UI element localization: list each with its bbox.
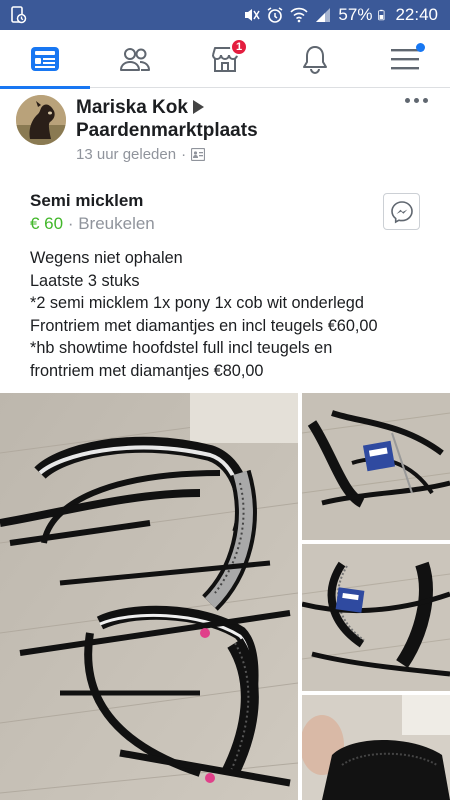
- meta-separator: ·: [181, 146, 187, 163]
- listing-location: Breukelen: [78, 214, 155, 233]
- menu-notification-dot: [416, 43, 425, 52]
- listing-photo-2[interactable]: [302, 393, 450, 540]
- author-name[interactable]: Mariska Kok: [76, 97, 188, 118]
- post-options-button[interactable]: [405, 98, 428, 103]
- news-feed-icon: [31, 47, 59, 71]
- messenger-icon: [390, 200, 413, 223]
- listing-title: Semi micklem: [30, 191, 144, 210]
- hamburger-menu-icon: [391, 49, 419, 70]
- alarm-icon: [268, 7, 283, 23]
- mute-icon: [245, 9, 261, 21]
- bridle-photo-image: [0, 393, 298, 800]
- photo-grid: [0, 393, 450, 800]
- avatar[interactable]: [16, 95, 66, 145]
- post-meta: 13 uur geleden ·: [76, 146, 206, 163]
- more-dot-icon: [414, 98, 419, 103]
- clock-time: 22:40: [395, 5, 438, 24]
- screenshot-notification-icon: [11, 6, 27, 24]
- wifi-icon: [290, 7, 309, 23]
- status-bar: 57% 22:40: [0, 0, 450, 30]
- post-timestamp[interactable]: 13 uur geleden: [76, 146, 176, 163]
- tab-marketplace[interactable]: 1: [180, 30, 270, 88]
- friends-icon: [120, 48, 150, 71]
- listing-photo-3[interactable]: [302, 544, 450, 691]
- message-seller-button[interactable]: [383, 193, 420, 230]
- battery-icon: [378, 9, 385, 21]
- listing-price-row: € 60 · Breukelen: [30, 214, 155, 234]
- facebook-tab-bar: 1: [0, 30, 450, 89]
- listing-photo-main[interactable]: [0, 393, 298, 800]
- tab-notifications[interactable]: [270, 30, 360, 88]
- tab-news-feed[interactable]: [0, 30, 90, 89]
- shared-to-arrow-icon: [192, 100, 204, 114]
- bell-icon: [303, 46, 327, 74]
- signal-icon: [316, 8, 331, 22]
- tab-friends[interactable]: [90, 30, 180, 88]
- marketplace-badge: 1: [230, 38, 248, 56]
- location-separator: ·: [63, 214, 79, 233]
- more-dot-icon: [423, 98, 428, 103]
- group-privacy-icon: [191, 148, 206, 161]
- post-author-line: Mariska Kok: [76, 96, 210, 120]
- post-body-text: Wegens niet ophalen Laatste 3 stuks *2 s…: [30, 249, 378, 380]
- listing-price: € 60: [30, 214, 64, 233]
- listing-photo-4[interactable]: [302, 695, 450, 800]
- profile-photo: [16, 95, 66, 145]
- tab-menu[interactable]: [360, 30, 450, 88]
- battery-percentage: 57%: [338, 5, 373, 24]
- group-name[interactable]: Paardenmarktplaats: [76, 119, 258, 143]
- bridle-photo-image: [302, 393, 450, 540]
- more-dot-icon: [405, 98, 410, 103]
- bridle-photo-image: [302, 695, 450, 800]
- bridle-photo-image: [302, 544, 450, 691]
